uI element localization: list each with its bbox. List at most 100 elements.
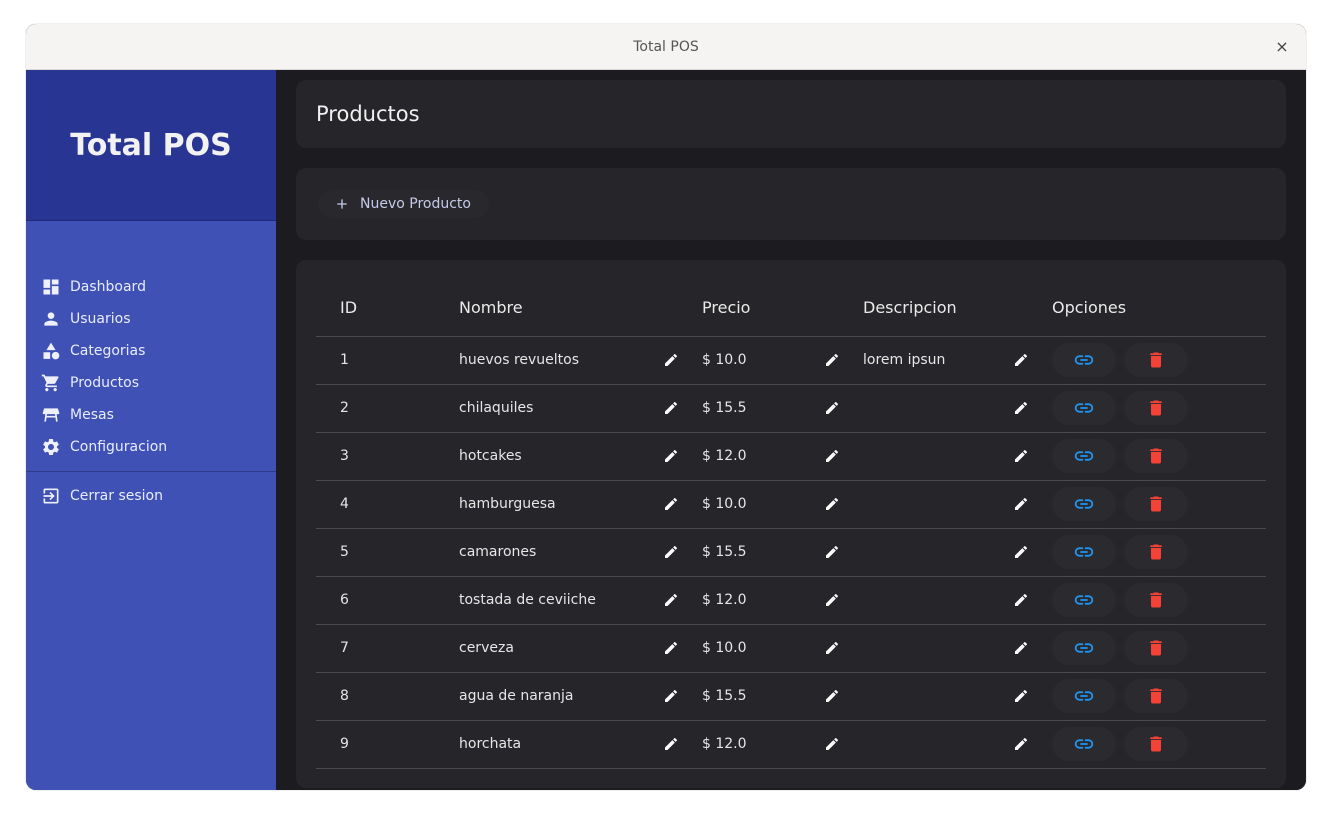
- column-header-descripcion[interactable]: Descripcion: [863, 280, 1052, 337]
- edit-icon[interactable]: [823, 735, 841, 753]
- link-button[interactable]: [1052, 583, 1116, 617]
- page-header: Productos: [296, 80, 1286, 148]
- edit-icon[interactable]: [1012, 351, 1030, 369]
- cell-precio: $ 10.0: [702, 336, 863, 385]
- edit-icon[interactable]: [823, 447, 841, 465]
- sidebar-item-label: Configuracion: [70, 439, 168, 455]
- id-value: 8: [340, 688, 349, 704]
- cell-descripcion: [863, 432, 1052, 481]
- edit-icon[interactable]: [1012, 591, 1030, 609]
- link-button[interactable]: [1052, 343, 1116, 377]
- link-button[interactable]: [1052, 487, 1116, 521]
- plus-icon: [337, 199, 347, 209]
- cart-icon: [40, 372, 62, 394]
- delete-button[interactable]: [1124, 439, 1188, 473]
- edit-icon[interactable]: [662, 687, 680, 705]
- link-button[interactable]: [1052, 535, 1116, 569]
- delete-button[interactable]: [1124, 727, 1188, 761]
- link-button[interactable]: [1052, 631, 1116, 665]
- edit-icon[interactable]: [1012, 543, 1030, 561]
- precio-value: $ 10.0: [702, 352, 747, 368]
- nombre-value: huevos revueltos: [459, 352, 580, 368]
- cell-opciones: [1052, 624, 1266, 673]
- column-header-id[interactable]: ID: [316, 280, 459, 337]
- cell-id: 9: [316, 720, 459, 769]
- sidebar-item-mesas[interactable]: Mesas: [26, 399, 276, 431]
- delete-button[interactable]: [1124, 487, 1188, 521]
- cell-id: 4: [316, 480, 459, 529]
- edit-icon[interactable]: [823, 687, 841, 705]
- delete-button[interactable]: [1124, 343, 1188, 377]
- edit-icon[interactable]: [823, 543, 841, 561]
- edit-icon[interactable]: [823, 399, 841, 417]
- column-header-opciones: Opciones: [1052, 280, 1266, 337]
- edit-icon[interactable]: [1012, 735, 1030, 753]
- edit-icon[interactable]: [823, 591, 841, 609]
- delete-button[interactable]: [1124, 583, 1188, 617]
- delete-button[interactable]: [1124, 535, 1188, 569]
- link-icon: [1074, 595, 1094, 605]
- trash-icon: [1150, 448, 1162, 464]
- edit-icon[interactable]: [823, 495, 841, 513]
- new-product-button[interactable]: Nuevo Producto: [318, 190, 489, 218]
- edit-icon[interactable]: [662, 495, 680, 513]
- link-button[interactable]: [1052, 391, 1116, 425]
- cell-descripcion: [863, 384, 1052, 433]
- edit-icon[interactable]: [662, 447, 680, 465]
- edit-icon[interactable]: [662, 591, 680, 609]
- edit-icon[interactable]: [1012, 447, 1030, 465]
- id-value: 9: [340, 736, 349, 752]
- edit-icon[interactable]: [1012, 399, 1030, 417]
- sidebar-item-dashboard[interactable]: Dashboard: [26, 271, 276, 303]
- edit-icon[interactable]: [662, 735, 680, 753]
- trash-icon: [1150, 544, 1162, 560]
- category-icon: [40, 340, 62, 362]
- sidebar-item-cerrar-sesion[interactable]: Cerrar sesion: [26, 480, 276, 512]
- close-icon[interactable]: ×: [1272, 36, 1292, 56]
- edit-icon[interactable]: [1012, 639, 1030, 657]
- products-table: ID Nombre Precio Descripcion Opciones 1 …: [316, 280, 1266, 769]
- table-row: 1 huevos revueltos $ 10.0 lorem ipsun: [316, 336, 1266, 385]
- cell-precio: $ 10.0: [702, 624, 863, 673]
- link-button[interactable]: [1052, 439, 1116, 473]
- cell-descripcion: [863, 720, 1052, 769]
- edit-icon[interactable]: [1012, 495, 1030, 513]
- link-button[interactable]: [1052, 727, 1116, 761]
- id-value: 2: [340, 400, 349, 416]
- link-icon: [1074, 403, 1094, 413]
- cell-precio: $ 15.5: [702, 528, 863, 577]
- cell-nombre: tostada de ceviiche: [459, 576, 702, 625]
- edit-icon[interactable]: [823, 351, 841, 369]
- sidebar-item-categorias[interactable]: Categorias: [26, 335, 276, 367]
- edit-icon[interactable]: [662, 543, 680, 561]
- edit-icon[interactable]: [823, 639, 841, 657]
- sidebar-item-configuracion[interactable]: Configuracion: [26, 431, 276, 463]
- cell-precio: $ 15.5: [702, 672, 863, 721]
- trash-icon: [1150, 352, 1162, 368]
- edit-icon[interactable]: [1012, 687, 1030, 705]
- link-button[interactable]: [1052, 679, 1116, 713]
- cell-opciones: [1052, 576, 1266, 625]
- nombre-value: hamburguesa: [459, 496, 556, 512]
- cell-precio: $ 12.0: [702, 576, 863, 625]
- edit-icon[interactable]: [662, 351, 680, 369]
- sidebar-item-usuarios[interactable]: Usuarios: [26, 303, 276, 335]
- column-header-nombre[interactable]: Nombre: [459, 280, 702, 337]
- delete-button[interactable]: [1124, 679, 1188, 713]
- sidebar-nav: Dashboard Usuarios Categorias Productos: [26, 271, 276, 512]
- delete-button[interactable]: [1124, 391, 1188, 425]
- precio-value: $ 15.5: [702, 400, 747, 416]
- delete-button[interactable]: [1124, 631, 1188, 665]
- edit-icon[interactable]: [662, 399, 680, 417]
- edit-icon[interactable]: [662, 639, 680, 657]
- cell-nombre: hotcakes: [459, 432, 702, 481]
- cell-descripcion: [863, 576, 1052, 625]
- column-header-precio[interactable]: Precio: [702, 280, 863, 337]
- cell-nombre: agua de naranja: [459, 672, 702, 721]
- precio-value: $ 12.0: [702, 448, 747, 464]
- id-value: 4: [340, 496, 349, 512]
- sidebar-item-productos[interactable]: Productos: [26, 367, 276, 399]
- nombre-value: camarones: [459, 544, 537, 560]
- precio-value: $ 15.5: [702, 688, 747, 704]
- id-value: 7: [340, 640, 349, 656]
